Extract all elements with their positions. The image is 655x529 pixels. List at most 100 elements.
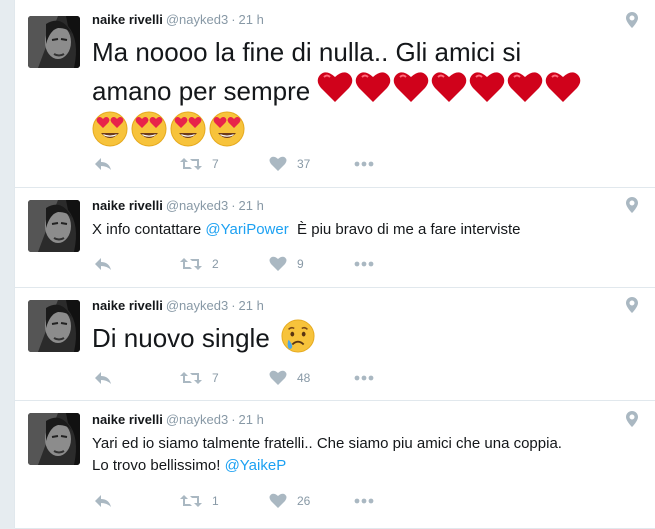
retweet-count: 7 bbox=[212, 371, 219, 385]
more-button[interactable] bbox=[354, 491, 374, 511]
separator-dot: · bbox=[231, 198, 236, 213]
tweet[interactable]: naike rivelli @nayked3 · 21 h Ma noooo la f… bbox=[15, 0, 655, 188]
retweet-button[interactable]: 1 bbox=[180, 491, 219, 511]
more-dots-icon bbox=[354, 375, 374, 381]
tweet-text-part: Lo trovo bellissimo! bbox=[92, 457, 225, 474]
avatar[interactable] bbox=[28, 300, 80, 352]
retweet-count: 2 bbox=[212, 257, 219, 271]
heart-emoji-group bbox=[317, 76, 583, 106]
tweet-text: X info contattare @YariPower È piu bravo… bbox=[92, 219, 521, 241]
tweet-header: naike rivelli @nayked3 · 21 h bbox=[92, 12, 264, 30]
like-count: 26 bbox=[297, 494, 311, 508]
like-count: 37 bbox=[297, 157, 311, 171]
author-name[interactable]: naike rivelli bbox=[92, 198, 163, 213]
like-button[interactable]: 9 bbox=[269, 254, 304, 274]
author-name[interactable]: naike rivelli bbox=[92, 12, 163, 27]
heart-icon bbox=[269, 256, 287, 272]
tweet-text: Yari ed io siamo talmente fratelli.. Che… bbox=[92, 433, 562, 477]
tweet-text-line: Ma noooo la fine di nulla.. Gli amici si bbox=[92, 37, 522, 67]
tweet-text-part: È piu bravo di me a fare interviste bbox=[288, 221, 521, 238]
more-dots-icon bbox=[354, 498, 374, 504]
tweet-actions: 2 9 bbox=[92, 254, 422, 274]
more-dots-icon bbox=[354, 161, 374, 167]
separator-dot: · bbox=[231, 298, 236, 313]
tweet-text-line: Yari ed io siamo talmente fratelli.. Che… bbox=[92, 435, 562, 452]
tweet[interactable]: naike rivelli @nayked3 · 21 h X info contat… bbox=[15, 188, 655, 288]
like-count: 9 bbox=[297, 257, 304, 271]
timestamp[interactable]: 21 h bbox=[239, 412, 264, 427]
like-button[interactable]: 37 bbox=[269, 154, 310, 174]
red-heart-emoji-icon bbox=[431, 71, 467, 103]
crying-face-emoji-icon bbox=[281, 319, 315, 353]
author-handle[interactable]: @nayked3 bbox=[166, 412, 228, 427]
mention-link[interactable]: @YaikeP bbox=[225, 457, 287, 474]
heart-icon bbox=[269, 156, 287, 172]
retweet-icon bbox=[180, 156, 202, 172]
author-handle[interactable]: @nayked3 bbox=[166, 198, 228, 213]
heart-eyes-emoji-icon bbox=[92, 111, 128, 147]
timestamp[interactable]: 21 h bbox=[239, 198, 264, 213]
red-heart-emoji-icon bbox=[507, 71, 543, 103]
tweet-text-line: amano per sempre bbox=[92, 71, 583, 110]
reply-button[interactable] bbox=[94, 254, 112, 274]
like-button[interactable]: 48 bbox=[269, 368, 310, 388]
separator-dot: · bbox=[231, 12, 236, 27]
tweet-actions: 7 37 bbox=[92, 154, 422, 174]
more-button[interactable] bbox=[354, 368, 374, 388]
more-button[interactable] bbox=[354, 154, 374, 174]
red-heart-emoji-icon bbox=[469, 71, 505, 103]
timeline: naike rivelli @nayked3 · 21 h Ma noooo la f… bbox=[14, 0, 655, 529]
reply-button[interactable] bbox=[94, 368, 112, 388]
avatar[interactable] bbox=[28, 16, 80, 68]
tweet-header: naike rivelli @nayked3 · 21 h bbox=[92, 298, 264, 316]
heart-eyes-emoji-group bbox=[92, 111, 583, 157]
reply-icon bbox=[94, 493, 112, 509]
timestamp[interactable]: 21 h bbox=[239, 298, 264, 313]
like-button[interactable]: 26 bbox=[269, 491, 310, 511]
avatar[interactable] bbox=[28, 200, 80, 252]
retweet-icon bbox=[180, 493, 202, 509]
location-pin-icon[interactable] bbox=[626, 297, 638, 313]
author-handle[interactable]: @nayked3 bbox=[166, 12, 228, 27]
retweet-button[interactable]: 2 bbox=[180, 254, 219, 274]
tweet-header: naike rivelli @nayked3 · 21 h bbox=[92, 198, 264, 216]
reply-button[interactable] bbox=[94, 491, 112, 511]
author-handle[interactable]: @nayked3 bbox=[166, 298, 228, 313]
retweet-button[interactable]: 7 bbox=[180, 154, 219, 174]
red-heart-emoji-icon bbox=[393, 71, 429, 103]
heart-eyes-emoji-icon bbox=[209, 111, 245, 147]
reply-icon bbox=[94, 256, 112, 272]
red-heart-emoji-icon bbox=[317, 71, 353, 103]
heart-eyes-emoji-icon bbox=[170, 111, 206, 147]
timestamp[interactable]: 21 h bbox=[239, 12, 264, 27]
retweet-button[interactable]: 7 bbox=[180, 368, 219, 388]
more-button[interactable] bbox=[354, 254, 374, 274]
tweet-text-part: X info contattare bbox=[92, 221, 206, 238]
red-heart-emoji-icon bbox=[545, 71, 581, 103]
author-name[interactable]: naike rivelli bbox=[92, 298, 163, 313]
tweet-text-part: amano per sempre bbox=[92, 76, 311, 106]
separator-dot: · bbox=[231, 412, 236, 427]
heart-icon bbox=[269, 493, 287, 509]
location-pin-icon[interactable] bbox=[626, 12, 638, 28]
like-count: 48 bbox=[297, 371, 311, 385]
more-dots-icon bbox=[354, 261, 374, 267]
tweet[interactable]: naike rivelli @nayked3 · 21 h Yari ed io si… bbox=[15, 401, 655, 529]
avatar[interactable] bbox=[28, 413, 80, 465]
tweet-text: Di nuovo single bbox=[92, 319, 315, 357]
red-heart-emoji-icon bbox=[355, 71, 391, 103]
location-pin-icon[interactable] bbox=[626, 411, 638, 427]
author-name[interactable]: naike rivelli bbox=[92, 412, 163, 427]
retweet-icon bbox=[180, 370, 202, 386]
tweet-text-part: Di nuovo single bbox=[92, 323, 270, 353]
reply-icon bbox=[94, 156, 112, 172]
tweet-actions: 7 48 bbox=[92, 368, 422, 388]
mention-link[interactable]: @YariPower bbox=[205, 221, 288, 238]
retweet-count: 1 bbox=[212, 494, 219, 508]
location-pin-icon[interactable] bbox=[626, 197, 638, 213]
tweet[interactable]: naike rivelli @nayked3 · 21 h Di nuovo sing… bbox=[15, 288, 655, 401]
reply-button[interactable] bbox=[94, 154, 112, 174]
retweet-icon bbox=[180, 256, 202, 272]
reply-icon bbox=[94, 370, 112, 386]
tweet-header: naike rivelli @nayked3 · 21 h bbox=[92, 412, 264, 430]
